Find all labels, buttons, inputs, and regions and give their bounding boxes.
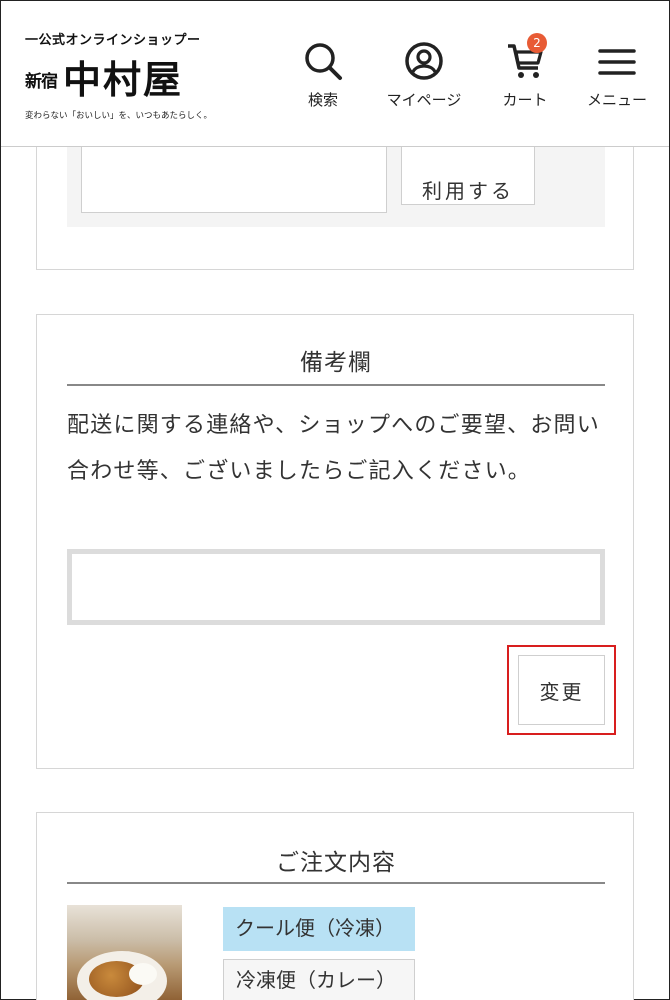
order-contents-title: ご注文内容: [276, 850, 396, 876]
user-icon: [405, 42, 443, 80]
remarks-divider: [67, 384, 605, 386]
nav-search-label: 検索: [307, 91, 338, 109]
site-header: 一公式オンラインショップー 新宿 中村屋 変わらない「おいしい」を、いつもあたらし…: [1, 1, 669, 147]
nav-cart-label: カート: [502, 91, 548, 109]
category-badge: 冷凍便（カレー）: [223, 959, 415, 1000]
nav-search[interactable]: 検索: [301, 41, 345, 110]
logo-tagline: 変わらない「おいしい」を、いつもあたらしく。: [25, 111, 213, 121]
search-icon: [305, 43, 342, 80]
logo-subtitle: 一公式オンラインショップー: [25, 33, 201, 48]
nav-mypage-label: マイページ: [386, 91, 462, 109]
remarks-section: 備考欄 配送に関する連絡や、ショップへのご要望、お問い合わせ等、ございましたらご…: [36, 314, 634, 769]
logo-name: 中村屋: [63, 57, 184, 102]
nav-mypage[interactable]: マイページ: [381, 41, 467, 110]
change-button-highlight: 変更: [507, 645, 616, 735]
change-button[interactable]: 変更: [518, 655, 605, 725]
nav-menu-label: メニュー: [586, 91, 647, 109]
order-contents-section: ご注文内容 クール便（冷凍） 冷凍便（カレー）: [36, 812, 634, 1000]
remarks-textarea[interactable]: [67, 549, 605, 625]
nav-menu[interactable]: メニュー: [581, 41, 653, 110]
order-contents-divider: [67, 882, 605, 884]
product-image[interactable]: [67, 905, 182, 1000]
hamburger-icon: [598, 49, 636, 75]
remarks-title: 備考欄: [300, 350, 372, 376]
logo-shinjuku: 新宿: [25, 72, 58, 92]
cart-count-badge: 2: [527, 33, 547, 53]
nav-cart[interactable]: 2 カート: [497, 33, 553, 110]
rice-shape: [129, 963, 157, 985]
logo-wordmark: 新宿 中村屋: [25, 49, 183, 104]
shipping-type-badge: クール便（冷凍）: [223, 907, 415, 951]
shop-logo[interactable]: 一公式オンラインショップー 新宿 中村屋 変わらない「おいしい」を、いつもあたらし…: [25, 29, 225, 124]
remarks-description: 配送に関する連絡や、ショップへのご要望、お問い合わせ等、ございましたらご記入くだ…: [67, 413, 600, 484]
